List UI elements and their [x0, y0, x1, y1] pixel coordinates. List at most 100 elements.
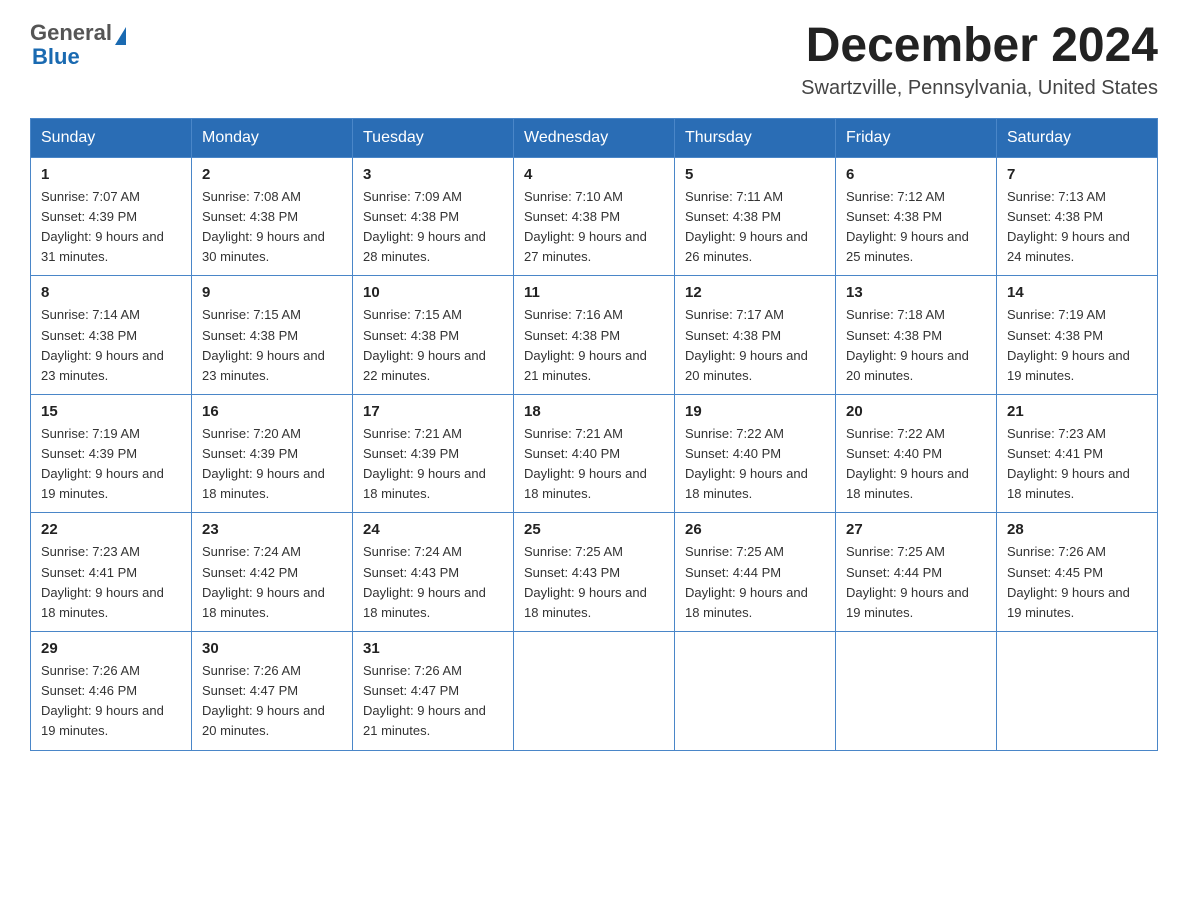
calendar-cell: 24Sunrise: 7:24 AMSunset: 4:43 PMDayligh… [353, 513, 514, 632]
calendar-cell: 23 Sunrise: 7:24 AMSunset: 4:42 PMDayligh… [192, 513, 353, 632]
calendar-cell: 15 Sunrise: 7:19 AMSunset: 4:39 PMDayligh… [31, 394, 192, 513]
calendar-cell: 3Sunrise: 7:09 AMSunset: 4:38 PMDaylight… [353, 157, 514, 276]
day-number: 27 [846, 521, 986, 538]
day-number: 22 [41, 521, 181, 538]
calendar-cell: 31 Sunrise: 7:26 AMSunset: 4:47 PMDayligh… [353, 632, 514, 751]
day-info: Sunrise: 7:24 AMSunset: 4:43 PMDaylight:… [363, 542, 503, 623]
day-info: Sunrise: 7:15 AMSunset: 4:38 PMDaylight:… [363, 305, 503, 386]
day-number: 30 [202, 640, 342, 657]
day-number: 21 [1007, 403, 1147, 420]
calendar-cell: 2Sunrise: 7:08 AMSunset: 4:38 PMDaylight… [192, 157, 353, 276]
calendar-cell: 28Sunrise: 7:26 AMSunset: 4:45 PMDayligh… [997, 513, 1158, 632]
calendar-cell [997, 632, 1158, 751]
day-number: 5 [685, 166, 825, 183]
day-info: Sunrise: 7:16 AMSunset: 4:38 PMDaylight:… [524, 305, 664, 386]
calendar-cell: 4 Sunrise: 7:10 AMSunset: 4:38 PMDaylight… [514, 157, 675, 276]
calendar-week-row: 8 Sunrise: 7:14 AMSunset: 4:38 PMDaylight… [31, 276, 1158, 395]
day-number: 10 [363, 284, 503, 301]
calendar-cell: 1 Sunrise: 7:07 AMSunset: 4:39 PMDaylight… [31, 157, 192, 276]
calendar-cell: 19Sunrise: 7:22 AMSunset: 4:40 PMDayligh… [675, 394, 836, 513]
day-of-week-header-sunday: Sunday [31, 118, 192, 157]
day-info: Sunrise: 7:14 AMSunset: 4:38 PMDaylight:… [41, 305, 181, 386]
day-info: Sunrise: 7:20 AMSunset: 4:39 PMDaylight:… [202, 424, 342, 505]
calendar-cell [514, 632, 675, 751]
day-number: 9 [202, 284, 342, 301]
day-number: 14 [1007, 284, 1147, 301]
logo-triangle-icon [115, 27, 126, 45]
day-number: 19 [685, 403, 825, 420]
day-info: Sunrise: 7:24 AMSunset: 4:42 PMDaylight:… [202, 542, 342, 623]
day-info: Sunrise: 7:23 AMSunset: 4:41 PMDaylight:… [41, 542, 181, 623]
calendar-week-row: 22 Sunrise: 7:23 AMSunset: 4:41 PMDayligh… [31, 513, 1158, 632]
day-number: 4 [524, 166, 664, 183]
calendar-cell: 18 Sunrise: 7:21 AMSunset: 4:40 PMDayligh… [514, 394, 675, 513]
day-info: Sunrise: 7:21 AMSunset: 4:40 PMDaylight:… [524, 424, 664, 505]
calendar-cell: 8 Sunrise: 7:14 AMSunset: 4:38 PMDaylight… [31, 276, 192, 395]
day-info: Sunrise: 7:17 AMSunset: 4:38 PMDaylight:… [685, 305, 825, 386]
day-number: 15 [41, 403, 181, 420]
day-info: Sunrise: 7:26 AMSunset: 4:46 PMDaylight:… [41, 661, 181, 742]
day-number: 29 [41, 640, 181, 657]
day-number: 7 [1007, 166, 1147, 183]
day-info: Sunrise: 7:07 AMSunset: 4:39 PMDaylight:… [41, 187, 181, 268]
day-number: 11 [524, 284, 664, 301]
day-number: 23 [202, 521, 342, 538]
day-number: 6 [846, 166, 986, 183]
calendar-cell: 12Sunrise: 7:17 AMSunset: 4:38 PMDayligh… [675, 276, 836, 395]
logo[interactable]: General Blue [30, 20, 126, 70]
day-info: Sunrise: 7:26 AMSunset: 4:45 PMDaylight:… [1007, 542, 1147, 623]
calendar-cell [836, 632, 997, 751]
calendar-table: SundayMondayTuesdayWednesdayThursdayFrid… [30, 118, 1158, 751]
day-number: 16 [202, 403, 342, 420]
calendar-cell: 11 Sunrise: 7:16 AMSunset: 4:38 PMDayligh… [514, 276, 675, 395]
day-of-week-header-thursday: Thursday [675, 118, 836, 157]
calendar-cell: 13Sunrise: 7:18 AMSunset: 4:38 PMDayligh… [836, 276, 997, 395]
day-info: Sunrise: 7:18 AMSunset: 4:38 PMDaylight:… [846, 305, 986, 386]
day-number: 20 [846, 403, 986, 420]
title-area: December 2024 Swartzville, Pennsylvania,… [801, 20, 1158, 100]
day-info: Sunrise: 7:08 AMSunset: 4:38 PMDaylight:… [202, 187, 342, 268]
day-info: Sunrise: 7:19 AMSunset: 4:38 PMDaylight:… [1007, 305, 1147, 386]
logo-blue-text: Blue [32, 44, 80, 70]
calendar-cell: 26 Sunrise: 7:25 AMSunset: 4:44 PMDayligh… [675, 513, 836, 632]
day-number: 18 [524, 403, 664, 420]
day-number: 26 [685, 521, 825, 538]
day-number: 31 [363, 640, 503, 657]
day-number: 3 [363, 166, 503, 183]
day-of-week-header-monday: Monday [192, 118, 353, 157]
day-of-week-header-friday: Friday [836, 118, 997, 157]
day-info: Sunrise: 7:22 AMSunset: 4:40 PMDaylight:… [846, 424, 986, 505]
calendar-cell: 30Sunrise: 7:26 AMSunset: 4:47 PMDayligh… [192, 632, 353, 751]
day-info: Sunrise: 7:19 AMSunset: 4:39 PMDaylight:… [41, 424, 181, 505]
calendar-header: SundayMondayTuesdayWednesdayThursdayFrid… [31, 118, 1158, 157]
day-info: Sunrise: 7:26 AMSunset: 4:47 PMDaylight:… [363, 661, 503, 742]
day-info: Sunrise: 7:25 AMSunset: 4:44 PMDaylight:… [685, 542, 825, 623]
calendar-cell: 20 Sunrise: 7:22 AMSunset: 4:40 PMDayligh… [836, 394, 997, 513]
day-info: Sunrise: 7:25 AMSunset: 4:43 PMDaylight:… [524, 542, 664, 623]
day-info: Sunrise: 7:11 AMSunset: 4:38 PMDaylight:… [685, 187, 825, 268]
day-of-week-header-wednesday: Wednesday [514, 118, 675, 157]
day-number: 8 [41, 284, 181, 301]
day-info: Sunrise: 7:15 AMSunset: 4:38 PMDaylight:… [202, 305, 342, 386]
day-number: 25 [524, 521, 664, 538]
day-info: Sunrise: 7:12 AMSunset: 4:38 PMDaylight:… [846, 187, 986, 268]
calendar-cell: 25 Sunrise: 7:25 AMSunset: 4:43 PMDayligh… [514, 513, 675, 632]
day-number: 1 [41, 166, 181, 183]
calendar-week-row: 1 Sunrise: 7:07 AMSunset: 4:39 PMDaylight… [31, 157, 1158, 276]
calendar-cell: 17Sunrise: 7:21 AMSunset: 4:39 PMDayligh… [353, 394, 514, 513]
calendar-week-row: 29 Sunrise: 7:26 AMSunset: 4:46 PMDayligh… [31, 632, 1158, 751]
calendar-cell: 9 Sunrise: 7:15 AMSunset: 4:38 PMDaylight… [192, 276, 353, 395]
day-info: Sunrise: 7:21 AMSunset: 4:39 PMDaylight:… [363, 424, 503, 505]
day-info: Sunrise: 7:10 AMSunset: 4:38 PMDaylight:… [524, 187, 664, 268]
calendar-week-row: 15 Sunrise: 7:19 AMSunset: 4:39 PMDayligh… [31, 394, 1158, 513]
calendar-cell: 21Sunrise: 7:23 AMSunset: 4:41 PMDayligh… [997, 394, 1158, 513]
day-info: Sunrise: 7:13 AMSunset: 4:38 PMDaylight:… [1007, 187, 1147, 268]
calendar-cell: 22 Sunrise: 7:23 AMSunset: 4:41 PMDayligh… [31, 513, 192, 632]
day-of-week-header-tuesday: Tuesday [353, 118, 514, 157]
page-header: General Blue December 2024 Swartzville, … [30, 20, 1158, 100]
day-info: Sunrise: 7:25 AMSunset: 4:44 PMDaylight:… [846, 542, 986, 623]
location-subtitle: Swartzville, Pennsylvania, United States [801, 77, 1158, 100]
calendar-cell: 29 Sunrise: 7:26 AMSunset: 4:46 PMDayligh… [31, 632, 192, 751]
month-title: December 2024 [801, 20, 1158, 73]
calendar-cell [675, 632, 836, 751]
